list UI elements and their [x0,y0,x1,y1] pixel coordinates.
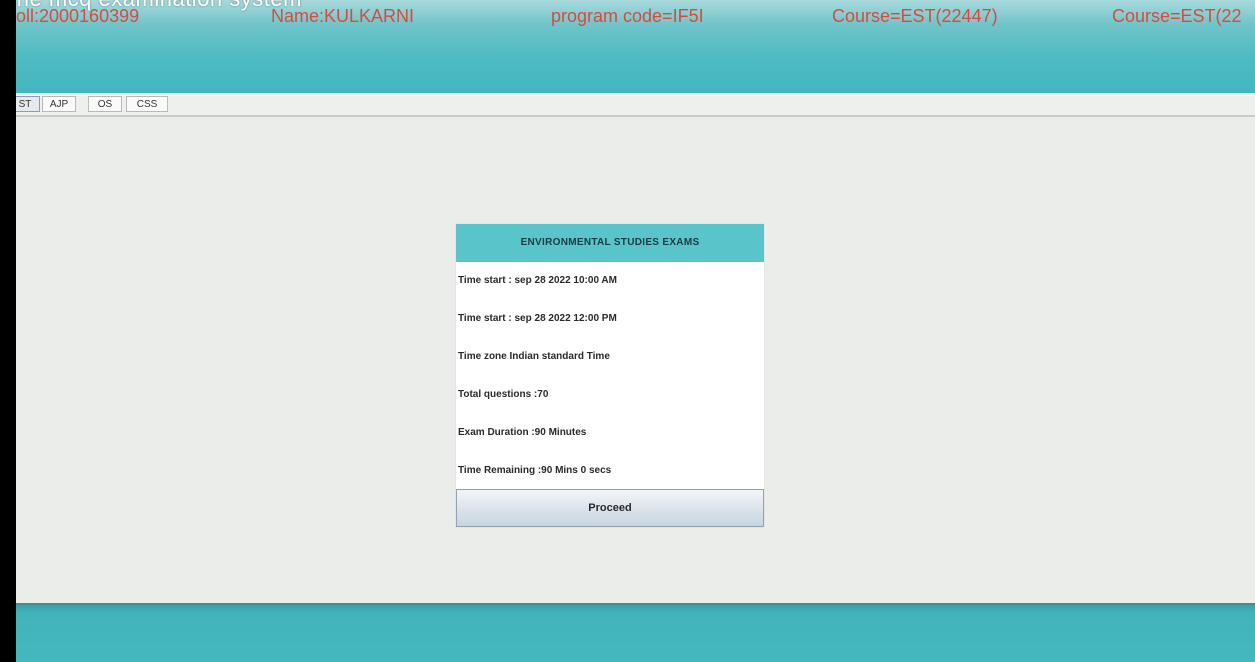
tab-css[interactable]: CSS [126,96,168,112]
student-info-header: roll:2000160399 Name:KULKARNI program co… [16,0,1255,93]
tab-os[interactable]: OS [88,96,122,112]
course-code-secondary: Course=EST(22 [1112,6,1242,26]
tab-ajp[interactable]: AJP [42,96,76,112]
exam-card-title: ENVIRONMENTAL STUDIES EXAMS [456,224,764,262]
program-code: program code=IF5I [551,6,704,26]
exam-app-window: roll:2000160399 Name:KULKARNI program co… [16,0,1255,662]
footer-bar [16,603,1255,662]
exam-time-zone: Time zone Indian standard Time [458,351,610,362]
exam-duration: Exam Duration :90 Minutes [458,427,587,438]
exam-end-time: Time start : sep 28 2022 12:00 PM [458,313,617,324]
proceed-button[interactable]: Proceed [456,489,764,527]
exam-info-card: ENVIRONMENTAL STUDIES EXAMS Time start :… [456,224,764,527]
video-overlay-title: line mcq examination system [16,0,302,12]
exam-total-questions: Total questions :70 [458,389,549,400]
exam-start-time: Time start : sep 28 2022 10:00 AM [458,275,617,286]
left-black-strip [0,0,16,662]
subject-tabbar: ST AJP OS CSS [16,93,1255,117]
exam-time-remaining: Time Remaining :90 Mins 0 secs [458,465,612,476]
course-code: Course=EST(22447) [832,6,998,26]
tab-est[interactable]: ST [16,96,40,112]
